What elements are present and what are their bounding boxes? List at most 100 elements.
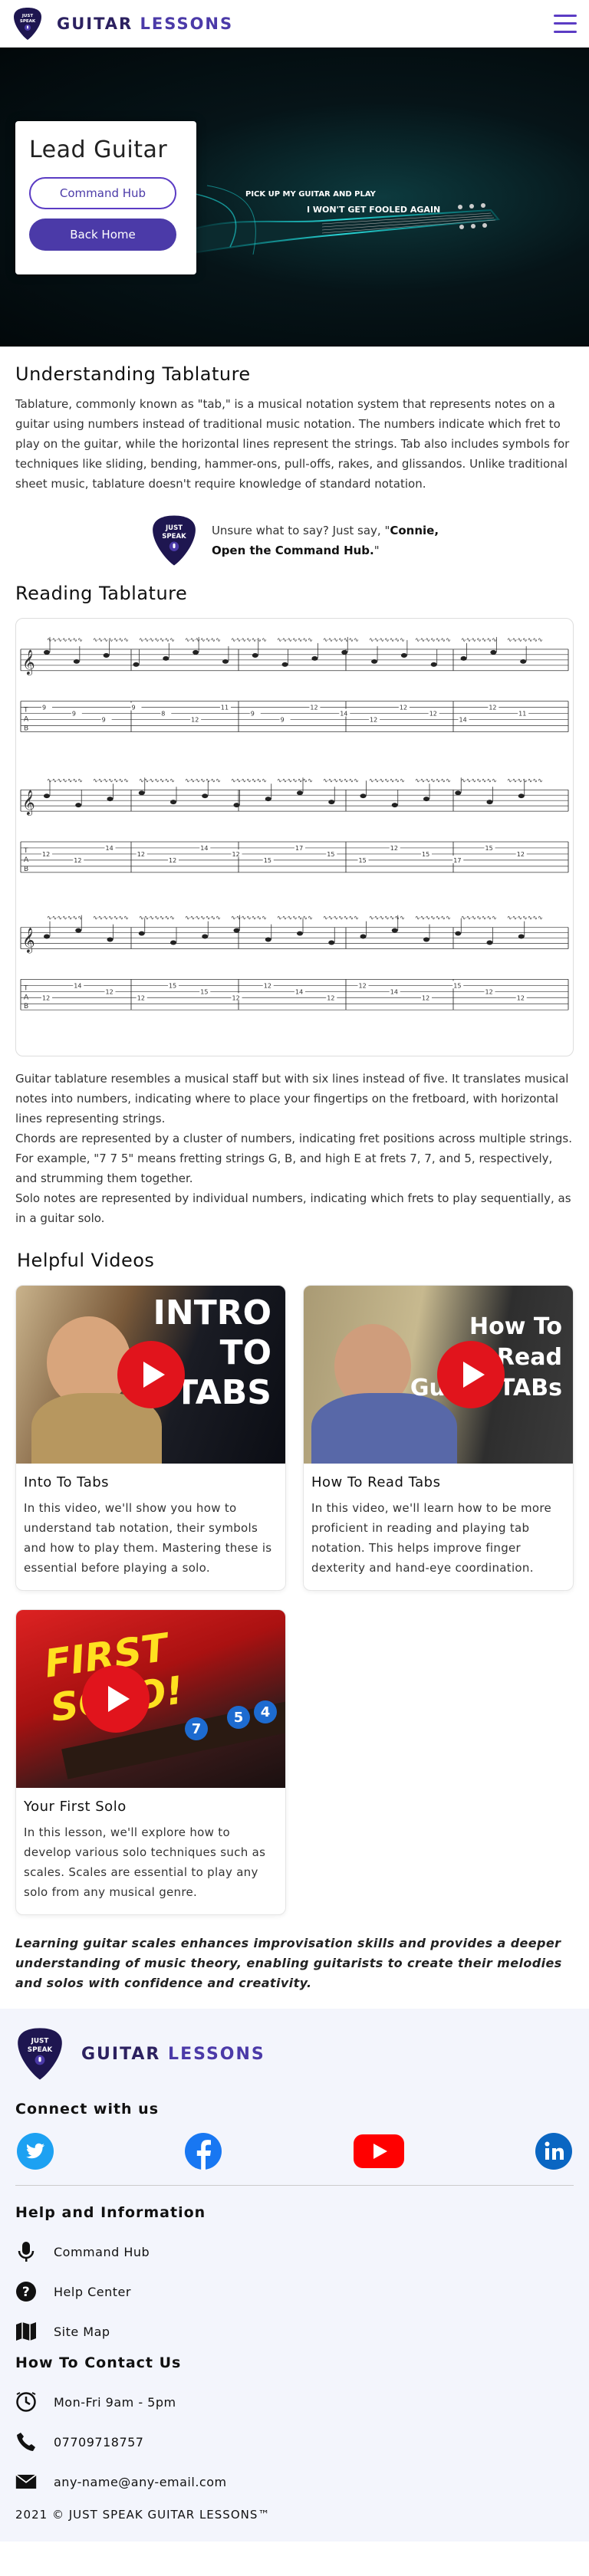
footer-brand[interactable]: JUST SPEAK GUITAR LESSONS: [15, 2026, 574, 2082]
video-thumbnail[interactable]: FIRST SOLO! 7 5 4: [16, 1610, 285, 1788]
svg-text:A: A: [24, 994, 29, 1001]
svg-text:17: 17: [295, 845, 303, 852]
video-thumbnail[interactable]: How To Read Guitar TABs: [304, 1286, 573, 1464]
svg-text:∿∿∿∿∿∿∿: ∿∿∿∿∿∿∿: [277, 636, 313, 643]
svg-text:12: 12: [106, 988, 114, 995]
menu-icon[interactable]: [554, 14, 577, 33]
svg-text:12: 12: [429, 711, 437, 718]
svg-text:∿∿∿∿∿∿∿: ∿∿∿∿∿∿∿: [93, 915, 129, 922]
svg-text:∿∿∿∿∿∿∿: ∿∿∿∿∿∿∿: [139, 636, 175, 643]
video-thumbnail[interactable]: INTRO TO TABS: [16, 1286, 285, 1464]
svg-text:14: 14: [390, 988, 398, 995]
footer-link-site-map[interactable]: Site Map: [15, 2312, 574, 2351]
voice-tip-text: Unsure what to say? Just say, "Connie, O…: [211, 524, 439, 557]
svg-text:15: 15: [327, 851, 334, 858]
play-button[interactable]: [81, 1665, 150, 1733]
svg-text:15: 15: [169, 982, 176, 989]
svg-text:8: 8: [161, 711, 165, 718]
twitter-icon[interactable]: [15, 2131, 55, 2171]
svg-text:11: 11: [518, 711, 526, 718]
play-button[interactable]: [117, 1341, 185, 1408]
svg-text:12: 12: [137, 994, 145, 1001]
hero-card: Lead Guitar Command Hub Back Home: [15, 121, 196, 274]
svg-text:12: 12: [42, 994, 50, 1001]
svg-text:𝄞: 𝄞: [22, 649, 35, 675]
phone-icon: [15, 2431, 37, 2453]
svg-text:A: A: [24, 856, 29, 864]
contact-phone[interactable]: 07709718757: [15, 2422, 574, 2462]
svg-text:∿∿∿∿∿∿∿: ∿∿∿∿∿∿∿: [461, 636, 497, 643]
svg-text:11: 11: [221, 705, 229, 711]
svg-text:∿∿∿∿∿∿∿: ∿∿∿∿∿∿∿: [231, 636, 267, 643]
guitar-neck-image: PICK UP MY GUITAR AND PLAY I WON'T GET F…: [184, 185, 500, 256]
footer-brand-name: GUITAR LESSONS: [81, 2044, 265, 2064]
svg-text:∿∿∿∿∿∿∿: ∿∿∿∿∿∿∿: [47, 915, 83, 922]
svg-text:∿∿∿∿∿∿∿: ∿∿∿∿∿∿∿: [323, 636, 359, 643]
svg-text:14: 14: [106, 845, 114, 852]
svg-text:9: 9: [72, 711, 76, 718]
brand-name[interactable]: GUITAR LESSONS: [57, 15, 233, 33]
reading-heading: Reading Tablature: [15, 583, 188, 604]
top-navbar: JUST SPEAK GUITAR LESSONS: [0, 0, 589, 48]
video-title[interactable]: How To Read Tabs: [311, 1474, 565, 1490]
svg-text:9: 9: [251, 711, 255, 718]
site-footer: JUST SPEAK GUITAR LESSONS Connect with u…: [0, 2009, 589, 2542]
video-title[interactable]: Your First Solo: [24, 1799, 278, 1815]
video-description: In this video, we'll learn how to be mor…: [311, 1501, 552, 1575]
video-card[interactable]: How To Read Guitar TABs How To Read Tabs…: [303, 1285, 574, 1591]
svg-text:12: 12: [370, 717, 377, 724]
contact-list: Mon-Fri 9am - 5pm 07709718757 any-name@a…: [15, 2382, 574, 2502]
footer-link-help-center[interactable]: ? Help Center: [15, 2272, 574, 2312]
reading-paragraph-2: Chords are represented by a cluster of n…: [15, 1132, 572, 1185]
svg-text:∿∿∿∿∿∿∿: ∿∿∿∿∿∿∿: [415, 777, 451, 784]
video-description: In this video, we'll show you how to und…: [24, 1501, 272, 1575]
svg-text:12: 12: [359, 982, 367, 989]
youtube-icon[interactable]: [352, 2131, 406, 2171]
video-list: INTRO TO TABS Into To Tabs In this video…: [15, 1285, 574, 1915]
video-title[interactable]: Into To Tabs: [24, 1474, 278, 1490]
svg-text:9: 9: [102, 717, 106, 724]
svg-text:∿∿∿∿∿∿∿: ∿∿∿∿∿∿∿: [461, 915, 497, 922]
svg-text:JUST: JUST: [21, 14, 33, 18]
svg-text:14: 14: [295, 988, 303, 995]
tablature-image: 𝄞 T A B 9 9 9 9 8 12 11 9 9 12 14 12 12 12 14 12 11 ∿∿∿∿∿∿∿ ∿∿…: [15, 618, 574, 1056]
svg-text:12: 12: [485, 988, 493, 995]
copyright: 2021 © JUST SPEAK GUITAR LESSONS™: [15, 2508, 271, 2522]
footer-link-command-hub[interactable]: Command Hub: [15, 2232, 574, 2272]
command-hub-button[interactable]: Command Hub: [29, 177, 176, 209]
video-card[interactable]: FIRST SOLO! 7 5 4 Your First Solo In thi…: [15, 1609, 286, 1915]
hero-banner: PICK UP MY GUITAR AND PLAY I WON'T GET F…: [0, 48, 589, 347]
svg-text:14: 14: [340, 711, 347, 718]
svg-text:∿∿∿∿∿∿∿: ∿∿∿∿∿∿∿: [323, 915, 359, 922]
social-links: [15, 2131, 574, 2186]
just-speak-logo[interactable]: JUST SPEAK: [12, 6, 43, 41]
svg-text:15: 15: [359, 857, 367, 864]
contact-heading: How To Contact Us: [15, 2354, 182, 2371]
svg-text:B: B: [24, 725, 28, 733]
svg-text:∿∿∿∿∿∿∿: ∿∿∿∿∿∿∿: [185, 777, 221, 784]
email-icon: [15, 2471, 37, 2492]
svg-text:𝄞: 𝄞: [22, 790, 35, 816]
video-card[interactable]: INTRO TO TABS Into To Tabs In this video…: [15, 1285, 286, 1591]
back-home-button[interactable]: Back Home: [29, 219, 176, 251]
svg-text:T: T: [23, 707, 28, 715]
svg-text:12: 12: [310, 705, 318, 711]
svg-text:17: 17: [453, 857, 461, 864]
svg-text:JUST: JUST: [165, 524, 183, 532]
clock-icon: [15, 2391, 37, 2413]
play-button[interactable]: [436, 1341, 505, 1408]
svg-text:14: 14: [200, 845, 208, 852]
svg-text:12: 12: [390, 845, 398, 852]
linkedin-icon[interactable]: [534, 2131, 574, 2171]
facebook-icon[interactable]: [183, 2131, 223, 2171]
contact-email[interactable]: any-name@any-email.com: [15, 2462, 574, 2502]
svg-text:I WON'T GET FOOLED AGAIN: I WON'T GET FOOLED AGAIN: [307, 205, 440, 215]
svg-text:15: 15: [422, 851, 429, 858]
svg-text:12: 12: [422, 994, 429, 1001]
svg-text:12: 12: [517, 851, 525, 858]
voice-tip: JUST SPEAK Unsure what to say? Just say,…: [15, 512, 574, 569]
svg-text:15: 15: [200, 988, 208, 995]
svg-text:9: 9: [131, 705, 135, 711]
svg-text:∿∿∿∿∿∿∿: ∿∿∿∿∿∿∿: [185, 636, 221, 643]
svg-text:∿∿∿∿∿∿∿: ∿∿∿∿∿∿∿: [461, 777, 497, 784]
